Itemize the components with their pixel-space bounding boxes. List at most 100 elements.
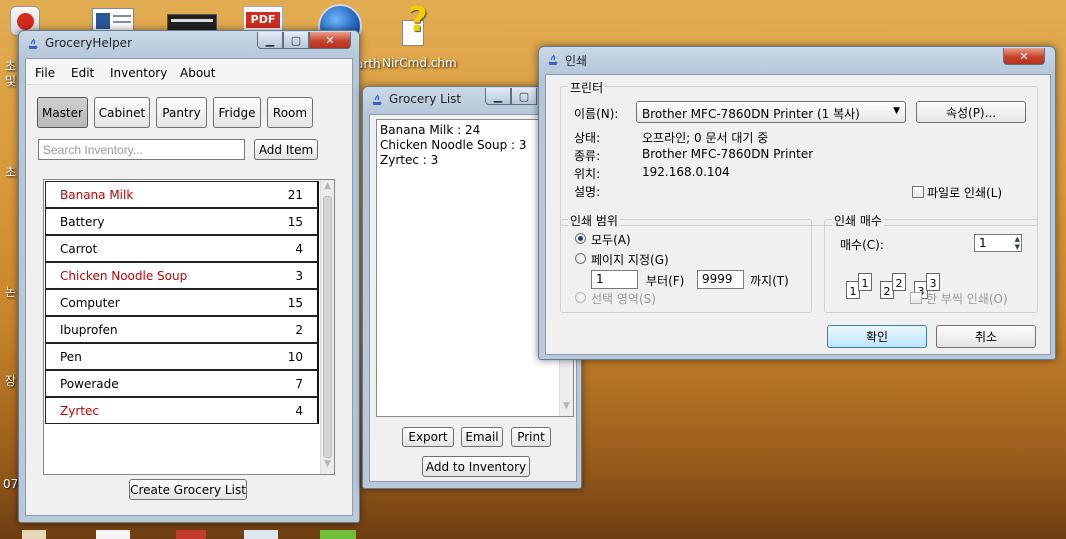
- scroll-down-icon[interactable]: ▼: [321, 459, 334, 473]
- all-pages-label: 모두(A): [591, 233, 631, 247]
- search-input[interactable]: [38, 139, 245, 160]
- inventory-item-name: Battery: [60, 215, 105, 229]
- inventory-row[interactable]: Zyrtec 4: [45, 397, 319, 424]
- add-to-inventory-button[interactable]: Add to Inventory: [422, 456, 530, 477]
- spin-up-icon[interactable]: ▲: [1015, 235, 1020, 243]
- ok-button[interactable]: 확인: [827, 325, 927, 348]
- add-item-button[interactable]: Add Item: [254, 139, 318, 160]
- type-label: 종류:: [574, 149, 601, 163]
- tab-master[interactable]: Master: [37, 97, 88, 128]
- inventory-item-qty: 4: [295, 242, 303, 256]
- java-icon: [545, 51, 561, 67]
- print-dialog-titlebar[interactable]: 인쇄 ✕: [539, 47, 1055, 73]
- desktop-icon-partial[interactable]: [244, 530, 278, 539]
- maximize-button[interactable]: ▢: [511, 88, 537, 105]
- nircmd-shortcut[interactable]: ? NirCmd.chm: [378, 0, 474, 76]
- collate-label: 한 부씩 인쇄(O): [926, 292, 1008, 306]
- menu-bar: File Edit Inventory About: [26, 59, 352, 85]
- inventory-item-qty: 2: [295, 323, 303, 337]
- email-button[interactable]: Email: [461, 427, 503, 447]
- inventory-item-name: Carrot: [60, 242, 98, 256]
- print-button[interactable]: Print: [511, 427, 551, 447]
- copies-spinner[interactable]: 1 ▲ ▼: [974, 234, 1022, 252]
- chevron-down-icon: ▼: [893, 106, 900, 116]
- tab-pantry[interactable]: Pantry: [156, 97, 207, 128]
- minimize-icon: ▁: [493, 89, 503, 103]
- grocery-list-line: Zyrtec : 3: [380, 153, 439, 167]
- page-to-input[interactable]: 9999: [697, 270, 744, 289]
- inventory-item-name: Ibuprofen: [60, 323, 118, 337]
- inventory-item-name: Banana Milk: [60, 188, 134, 202]
- close-button[interactable]: ✕: [309, 32, 351, 49]
- status-label: 상태:: [574, 131, 601, 145]
- window-title: GroceryHelper: [45, 36, 132, 50]
- page-from-input[interactable]: 1: [591, 270, 638, 289]
- cancel-button[interactable]: 취소: [936, 325, 1036, 348]
- left-edge-label: 및: [5, 74, 17, 88]
- inventory-row[interactable]: Ibuprofen 2: [45, 316, 319, 343]
- inventory-row[interactable]: Carrot 4: [45, 235, 319, 262]
- inventory-item-name: Zyrtec: [60, 404, 99, 418]
- printer-name-label: 이름(N):: [574, 107, 619, 121]
- export-button[interactable]: Export: [402, 427, 454, 447]
- maximize-button[interactable]: ▢: [283, 32, 309, 49]
- grocery-helper-titlebar[interactable]: GroceryHelper ▁ ▢ ✕: [19, 31, 359, 57]
- help-file-icon: ?: [402, 0, 432, 50]
- page-from-label: 부터(F): [646, 274, 685, 288]
- scroll-down-icon[interactable]: ▼: [560, 401, 573, 415]
- all-pages-radio[interactable]: [575, 233, 586, 244]
- desktop-icon-partial[interactable]: [320, 530, 356, 539]
- left-edge-label: 장: [5, 374, 17, 388]
- inventory-row[interactable]: Powerade 7: [45, 370, 319, 397]
- type-value: Brother MFC-7860DN Printer: [642, 147, 814, 161]
- create-grocery-list-button[interactable]: Create Grocery List: [129, 479, 247, 500]
- maximize-icon: ▢: [290, 33, 302, 47]
- properties-button[interactable]: 속성(P)...: [916, 101, 1026, 123]
- inventory-item-name: Chicken Noodle Soup: [60, 269, 188, 283]
- close-icon: ✕: [1019, 49, 1029, 63]
- window-title: Grocery List: [389, 92, 462, 106]
- inventory-row[interactable]: Chicken Noodle Soup 3: [45, 262, 319, 289]
- scroll-up-icon[interactable]: ▲: [321, 181, 334, 195]
- inventory-row[interactable]: Battery 15: [45, 208, 319, 235]
- inventory-row[interactable]: Computer 15: [45, 289, 319, 316]
- spin-down-icon[interactable]: ▼: [1015, 243, 1020, 251]
- desktop-icon-partial[interactable]: [176, 530, 206, 539]
- left-edge-label: 07: [3, 477, 19, 491]
- tab-room[interactable]: Room: [267, 97, 313, 128]
- comment-label: 설명:: [574, 185, 601, 199]
- print-to-file-label: 파일로 인쇄(L): [927, 186, 1003, 200]
- page-range-radio[interactable]: [575, 253, 586, 264]
- left-edge-label: 초: [5, 165, 17, 179]
- print-dialog-content: 프린터 이름(N): Brother MFC-7860DN Printer (1…: [545, 74, 1051, 355]
- where-value: 192.168.0.104: [642, 165, 730, 179]
- copies-value: 1: [979, 236, 987, 250]
- inventory-item-qty: 15: [287, 296, 303, 310]
- selection-radio[interactable]: [575, 292, 586, 303]
- inventory-scrollbar[interactable]: ▲ ▼: [320, 180, 334, 474]
- inventory-item-qty: 4: [295, 404, 303, 418]
- minimize-button[interactable]: ▁: [257, 32, 283, 49]
- dialog-title: 인쇄: [565, 54, 588, 68]
- menu-inventory[interactable]: Inventory: [110, 66, 167, 80]
- tab-cabinet[interactable]: Cabinet: [94, 97, 150, 128]
- print-to-file-checkbox[interactable]: [912, 186, 924, 198]
- inventory-item-qty: 10: [287, 350, 303, 364]
- inventory-list: Banana Milk 21 Battery 15 Carrot 4 Chicken Noo…: [43, 179, 335, 475]
- desktop-icon-partial[interactable]: [22, 530, 46, 539]
- print-dialog: 인쇄 ✕ 프린터 이름(N): Brother MFC-7860DN Print…: [538, 46, 1056, 360]
- inventory-row[interactable]: Pen 10: [45, 343, 319, 370]
- printer-select[interactable]: Brother MFC-7860DN Printer (1 복사) ▼: [636, 101, 906, 123]
- collate-checkbox[interactable]: [910, 292, 922, 304]
- desktop-icon-partial[interactable]: [96, 530, 130, 539]
- inventory-item-name: Computer: [60, 296, 120, 310]
- tab-fridge[interactable]: Fridge: [213, 97, 261, 128]
- minimize-button[interactable]: ▁: [485, 88, 511, 105]
- menu-about[interactable]: About: [180, 66, 215, 80]
- close-icon: ✕: [325, 33, 335, 47]
- inventory-row[interactable]: Banana Milk 21: [45, 181, 319, 208]
- menu-file[interactable]: File: [35, 66, 55, 80]
- menu-edit[interactable]: Edit: [71, 66, 94, 80]
- scroll-thumb[interactable]: [323, 196, 332, 458]
- close-button[interactable]: ✕: [1003, 48, 1045, 65]
